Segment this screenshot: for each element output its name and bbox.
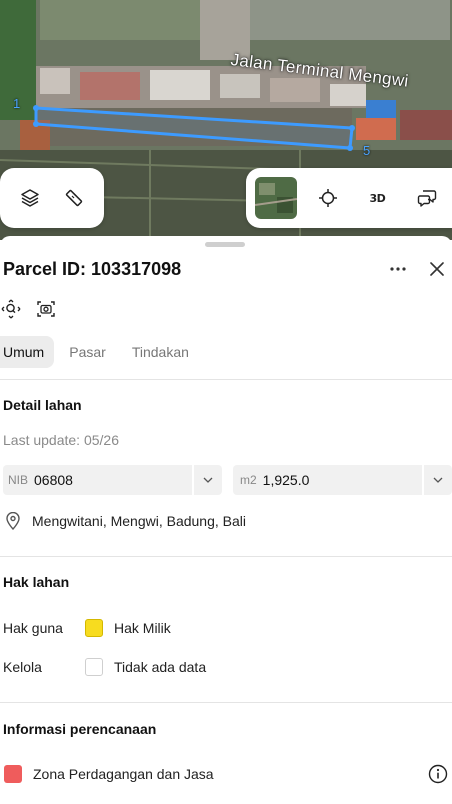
3d-toggle-button[interactable]: 3D [353,178,403,218]
last-update: Last update: 05/26 [3,432,119,448]
vertex-label: 5 [363,143,371,158]
sheet-drag-handle[interactable] [205,242,245,247]
right-row-hak-guna: Hak guna Hak Milik [0,616,452,640]
vertex-label: 1 [13,96,21,111]
tab-bar: Umum Pasar Tindakan [0,336,212,368]
section-title-planning: Informasi perencanaan [3,721,157,737]
location-row: Mengwitani, Mengwi, Badung, Bali [0,509,452,533]
section-title-detail: Detail lahan [3,397,82,413]
more-icon [390,267,406,271]
right-value: Hak Milik [114,620,171,636]
chat-icon [417,190,437,207]
locate-button[interactable] [303,178,353,218]
right-row-kelola: Kelola Tidak ada data [0,655,452,679]
divider [0,556,452,557]
tab-umum[interactable]: Umum [0,336,55,368]
satellite-map[interactable]: Jalan Terminal Mengwi 1 5 3D [0,0,452,240]
section-title-rights: Hak lahan [3,574,70,590]
more-options-button[interactable] [386,259,410,279]
zone-label: Zona Perdagangan dan Jasa [33,766,214,782]
measure-button[interactable] [52,178,96,218]
right-label: Hak guna [3,620,63,636]
layers-icon [21,189,39,207]
info-icon[interactable] [428,764,448,784]
hak-milik-swatch [85,619,103,637]
nib-value: 06808 [34,472,73,488]
zoom-target-icon [1,299,21,319]
basemap-thumbnail[interactable] [255,177,297,219]
zone-row[interactable]: Zona Perdagangan dan Jasa [0,762,452,786]
crosshair-icon [318,189,337,207]
no-data-swatch [85,658,103,676]
nib-prefix: NIB [8,473,29,487]
area-unit: m2 [240,473,257,487]
zoom-to-parcel-button[interactable] [0,298,22,320]
map-tools-right: 3D [246,168,452,228]
parcel-detail-sheet: Parcel ID: 103317098 Umum Pasar Tindakan… [0,236,452,804]
location-text: Mengwitani, Mengwi, Badung, Bali [32,513,247,529]
satellite-thumbnail-icon [255,177,297,219]
close-button[interactable] [426,258,448,280]
feedback-button[interactable] [402,178,452,218]
nib-field[interactable]: NIB 06808 [3,465,222,495]
chevron-down-icon [203,477,213,483]
divider [0,702,452,703]
chevron-down-icon [433,477,443,483]
tab-pasar[interactable]: Pasar [66,336,117,368]
map-tools-left [0,168,104,228]
area-field[interactable]: m2 1,925.0 [233,465,452,495]
close-icon [430,262,444,276]
area-dropdown-button[interactable] [422,465,452,495]
nib-dropdown-button[interactable] [192,465,222,495]
screenshot-button[interactable] [35,298,57,320]
zone-swatch [4,765,22,783]
area-value: 1,925.0 [262,472,310,488]
right-label: Kelola [3,659,42,675]
right-value: Tidak ada data [114,659,207,675]
location-pin-icon [6,512,20,530]
divider [0,379,452,380]
parcel-title: Parcel ID: 103317098 [3,259,182,279]
layers-button[interactable] [8,178,52,218]
camera-frame-icon [37,301,55,317]
ruler-icon [65,189,83,207]
tab-tindakan[interactable]: Tindakan [129,336,200,368]
